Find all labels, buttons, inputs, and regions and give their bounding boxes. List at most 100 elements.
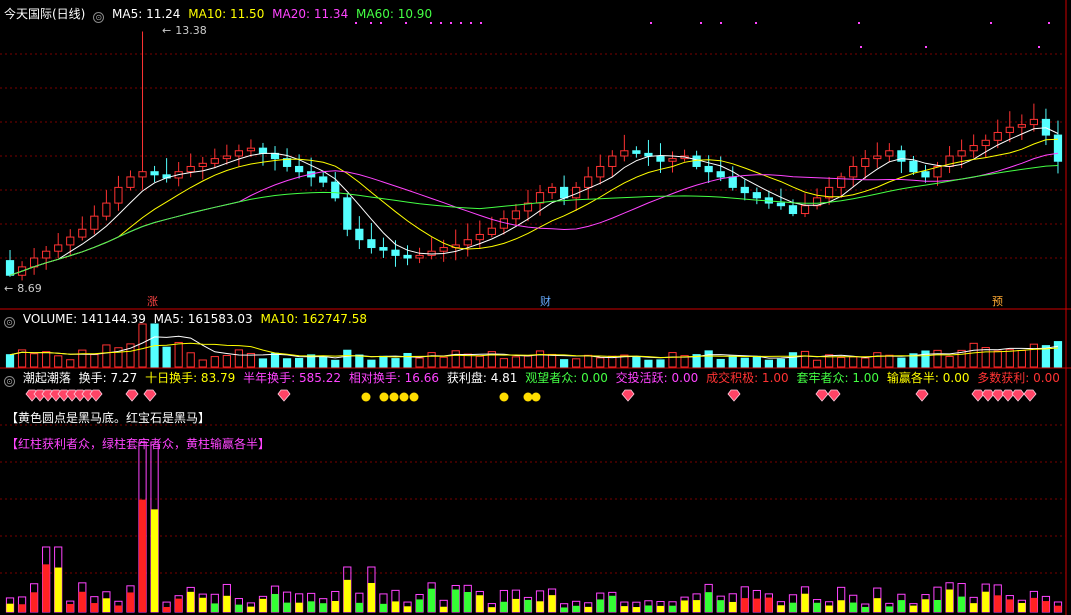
indicator-bar [861,606,869,612]
indicator-bar [632,607,640,612]
candle [463,239,472,246]
ma60-line [9,165,1059,276]
indicator-bar [187,591,195,612]
volume-bar [596,357,605,368]
indicator-bar [163,606,171,612]
candle [668,158,677,162]
volume-bar [270,352,280,368]
indicator-bar [1018,602,1026,612]
signal-dot [480,22,482,24]
volume-bar [234,349,243,368]
volume-bar [343,349,352,368]
indicator-bar [705,592,713,612]
indicator-bar [247,606,255,612]
volume-bar [572,358,581,368]
volume-bar [415,357,424,368]
volume-bar [319,356,328,368]
volume-bar [897,357,906,368]
indicator-bar [909,605,918,612]
candle [439,247,448,252]
indicator-bar [464,591,472,612]
candle [343,197,352,230]
candle [656,155,665,162]
candle [885,150,894,157]
indicator-bar [680,600,689,612]
ruby-marker [277,389,291,402]
event-tag-forecast[interactable]: 预 [990,293,1005,309]
volume-settings-icon[interactable]: ⊙ [4,317,15,328]
indicator-bar [825,605,833,612]
ruby-marker [621,389,635,402]
ruby-marker [827,389,841,402]
candle [511,210,521,220]
indicator-bar [1006,599,1014,612]
metric-majority-profit: 多数获利: 0.00 [977,371,1060,385]
candle [487,227,496,235]
indicator-bar [199,597,207,612]
indicator-bar [837,600,845,612]
candle [150,171,159,176]
volume-bar [704,350,713,368]
candle [861,158,870,167]
ruby-marker [143,389,157,402]
volume-bar [981,347,990,368]
event-tag-limit-up[interactable]: 涨 [145,293,160,309]
indicator-settings-icon[interactable]: ⊙ [4,376,15,387]
candle [608,155,617,167]
low-price-label: ← 8.69 [4,282,42,295]
candle [66,236,75,246]
indicator-bar [560,607,568,612]
volume-bar [632,356,641,368]
signal-dot [755,22,757,24]
indicator-bar [331,600,339,612]
indicator-bar [102,598,110,612]
candle [54,244,63,252]
signal-dot [720,22,722,24]
candle [403,254,412,259]
indicator-bar [78,591,86,612]
indicator-bar [295,602,303,612]
indicator-bar [994,595,1002,612]
yellow-dot-marker [389,392,399,402]
candle [222,155,231,160]
event-tag-financial[interactable]: 财 [538,293,553,309]
volume-bar [427,352,436,368]
metric-profit-ratio: 获利盘: 4.81 [446,371,518,385]
volume-bar [523,355,533,368]
volume-bar [1053,341,1063,368]
indicator-bar [440,606,448,612]
candle [752,192,761,199]
yellow-dot-marker [399,392,409,402]
indicator-bar [741,598,749,612]
indicator-bar [668,605,677,612]
ruby-marker [125,389,139,402]
yellow-dot-marker [409,392,419,402]
stock-title: 今天国际(日线) [4,7,86,21]
signal-dot [440,22,442,24]
signal-dot [470,22,472,24]
kline-chart[interactable] [0,0,1071,615]
high-price-label: ← 13.38 [162,24,207,37]
indicator-bar [921,599,930,612]
indicator-bar [367,582,375,612]
indicator-bar [355,602,363,612]
indicator-bar [283,602,291,612]
indicator-bar [656,605,665,612]
volume-bar [885,354,894,368]
candle [319,176,328,183]
candle [909,160,918,173]
volume-ma10: MA10: 162747.58 [260,312,368,326]
volume-bar [560,359,569,368]
volume-bar [511,356,521,368]
indicator-bar [42,564,50,612]
indicator-bar [512,598,520,612]
candle [415,254,424,259]
candle [234,150,243,157]
yellow-dot-marker [379,392,389,402]
indicator-bar [488,607,496,612]
signal-dot [1048,22,1050,24]
ruby-marker [1011,389,1025,402]
indicator-bar [66,604,74,612]
volume-bar [54,355,63,368]
candle [90,215,99,230]
